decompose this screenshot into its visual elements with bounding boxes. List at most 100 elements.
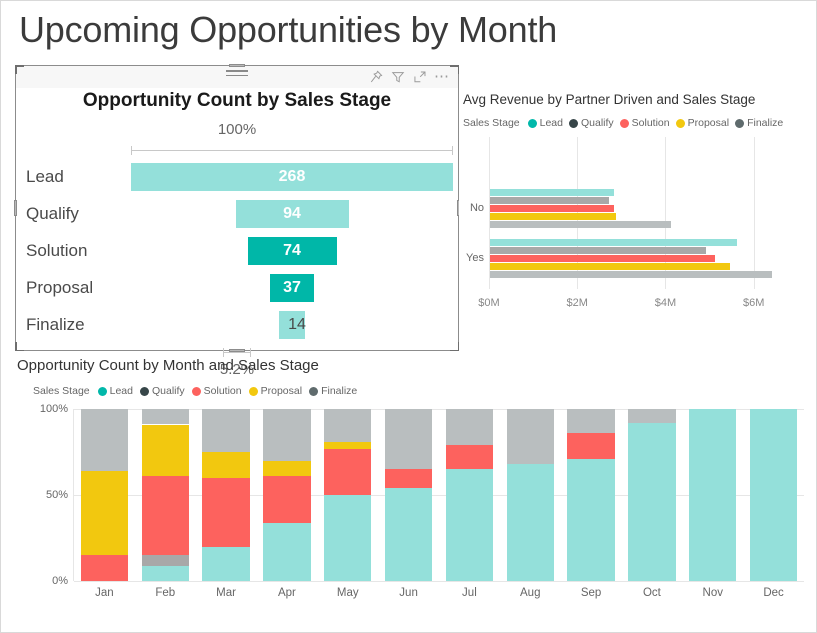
funnel-visual-container[interactable]: ⋯ Opportunity Count by Sales Stage 100% … (14, 64, 460, 378)
funnel-bar[interactable]: 94 (235, 199, 349, 228)
legend-item[interactable]: Finalize (735, 117, 783, 129)
stacked-column-segment[interactable] (324, 409, 372, 442)
horizontal-bar[interactable] (490, 189, 614, 196)
stacked-column-segment[interactable] (749, 409, 798, 581)
stacked-column-segment[interactable] (567, 458, 615, 581)
legend-item-label: Qualify (151, 385, 185, 397)
resize-handle-top[interactable] (229, 64, 245, 67)
stacked-column[interactable] (263, 409, 311, 581)
stacked-column-segment[interactable] (141, 409, 189, 425)
legend-item[interactable]: Proposal (675, 117, 729, 129)
stacked-column-segment[interactable] (567, 409, 615, 434)
funnel-bar[interactable]: 74 (247, 236, 337, 265)
stacked-column[interactable] (202, 409, 250, 581)
horizontal-bar[interactable] (490, 255, 715, 262)
funnel-bar[interactable]: 37 (270, 273, 314, 302)
bar-chart-title: Avg Revenue by Partner Driven and Sales … (463, 92, 756, 107)
pin-icon[interactable] (368, 69, 383, 84)
stacked-column-segment[interactable] (141, 424, 189, 477)
stacked-column-segment[interactable] (384, 469, 433, 489)
horizontal-bar[interactable] (490, 213, 616, 220)
resize-handle-bottom[interactable] (229, 349, 245, 352)
funnel-chart-title: Opportunity Count by Sales Stage (82, 90, 392, 111)
stacked-column-segment[interactable] (445, 445, 494, 470)
stacked-column-segment[interactable] (263, 476, 311, 523)
stacked-column-segment[interactable] (263, 522, 311, 581)
stacked-column[interactable] (689, 409, 737, 581)
stacked-column-segment[interactable] (263, 460, 311, 477)
resize-handle-left[interactable] (14, 200, 17, 216)
stacked-column[interactable] (80, 409, 129, 581)
stacked-column-segment[interactable] (80, 555, 129, 581)
horizontal-bar[interactable] (490, 221, 671, 228)
funnel-top-scale-rule (131, 146, 453, 155)
horizontal-bar[interactable] (490, 197, 610, 204)
legend-item[interactable]: Finalize (309, 385, 357, 397)
stacked-column-segment[interactable] (263, 409, 311, 461)
x-axis-month-label: Feb (155, 587, 176, 599)
stacked-column-segment[interactable] (689, 409, 737, 581)
funnel-row[interactable]: Proposal 37 (16, 269, 458, 306)
stacked-column[interactable] (749, 409, 798, 581)
stacked-column-segment[interactable] (141, 476, 189, 556)
stacked-column-segment[interactable] (324, 441, 372, 449)
legend-item[interactable]: Qualify (139, 385, 185, 397)
stacked-column[interactable] (567, 409, 615, 581)
more-options-icon[interactable]: ⋯ (434, 69, 450, 84)
stacked-column[interactable] (445, 409, 494, 581)
stacked-column-segment[interactable] (202, 409, 250, 452)
horizontal-bar[interactable] (490, 205, 614, 212)
stacked-column-segment[interactable] (80, 470, 129, 556)
funnel-row-label: Lead (26, 166, 64, 186)
column-visual-container[interactable]: Opportunity Count by Month and Sales Sta… (15, 357, 805, 625)
stacked-column-segment[interactable] (202, 452, 250, 478)
drag-handle-icon[interactable] (226, 70, 248, 79)
stacked-column-segment[interactable] (384, 488, 433, 581)
stacked-column[interactable] (324, 409, 372, 581)
column-chart-plot: 0% 50% 100% Jan Feb Mar Apr May Jun Jul Aug Sep Oct N… (40, 403, 804, 599)
resize-handle-bottom-right[interactable] (450, 342, 459, 351)
stacked-column-segment[interactable] (628, 409, 676, 423)
horizontal-bar[interactable] (490, 263, 731, 270)
stacked-column-segment[interactable] (324, 448, 372, 495)
stacked-column-segment[interactable] (202, 546, 250, 581)
legend-item[interactable]: Solution (619, 117, 670, 129)
stacked-column-segment[interactable] (141, 565, 189, 581)
bar-visual-container[interactable]: Avg Revenue by Partner Driven and Sales … (459, 65, 803, 351)
resize-handle-bottom-left[interactable] (15, 342, 24, 351)
funnel-row[interactable]: Finalize 14 (16, 306, 458, 343)
stacked-column[interactable] (628, 409, 676, 581)
horizontal-bar[interactable] (490, 247, 707, 254)
legend-item[interactable]: Lead (97, 385, 133, 397)
legend-item[interactable]: Qualify (568, 117, 614, 129)
stacked-column-segment[interactable] (324, 495, 372, 581)
legend-item[interactable]: Lead (527, 117, 563, 129)
legend-swatch-icon (735, 118, 745, 128)
filter-icon[interactable] (390, 69, 405, 84)
stacked-column-segment[interactable] (628, 422, 676, 581)
focus-mode-icon[interactable] (412, 69, 427, 84)
funnel-row[interactable]: Solution 74 (16, 232, 458, 269)
stacked-column-segment[interactable] (506, 409, 554, 465)
stacked-column-segment[interactable] (567, 433, 615, 459)
stacked-column[interactable] (506, 409, 554, 581)
legend-item[interactable]: Solution (191, 385, 242, 397)
legend-item[interactable]: Proposal (248, 385, 302, 397)
resize-handle-top-left[interactable] (15, 65, 24, 74)
horizontal-bar[interactable] (490, 239, 738, 246)
funnel-row[interactable]: Qualify 94 (16, 195, 458, 232)
x-axis-tick-label: $2M (566, 297, 588, 309)
stacked-column[interactable] (141, 409, 189, 581)
resize-handle-top-right[interactable] (450, 65, 459, 74)
stacked-column-segment[interactable] (445, 469, 494, 581)
stacked-column-segment[interactable] (202, 477, 250, 547)
horizontal-bar[interactable] (490, 271, 773, 278)
stacked-column-segment[interactable] (506, 464, 554, 581)
funnel-row[interactable]: Lead 268 (16, 158, 458, 195)
funnel-bar[interactable]: 268 (131, 162, 453, 191)
stacked-column-segment[interactable] (141, 555, 189, 566)
stacked-column[interactable] (384, 409, 433, 581)
stacked-column-segment[interactable] (384, 409, 433, 470)
stacked-column-segment[interactable] (80, 409, 129, 471)
stacked-column-segment[interactable] (445, 409, 494, 446)
